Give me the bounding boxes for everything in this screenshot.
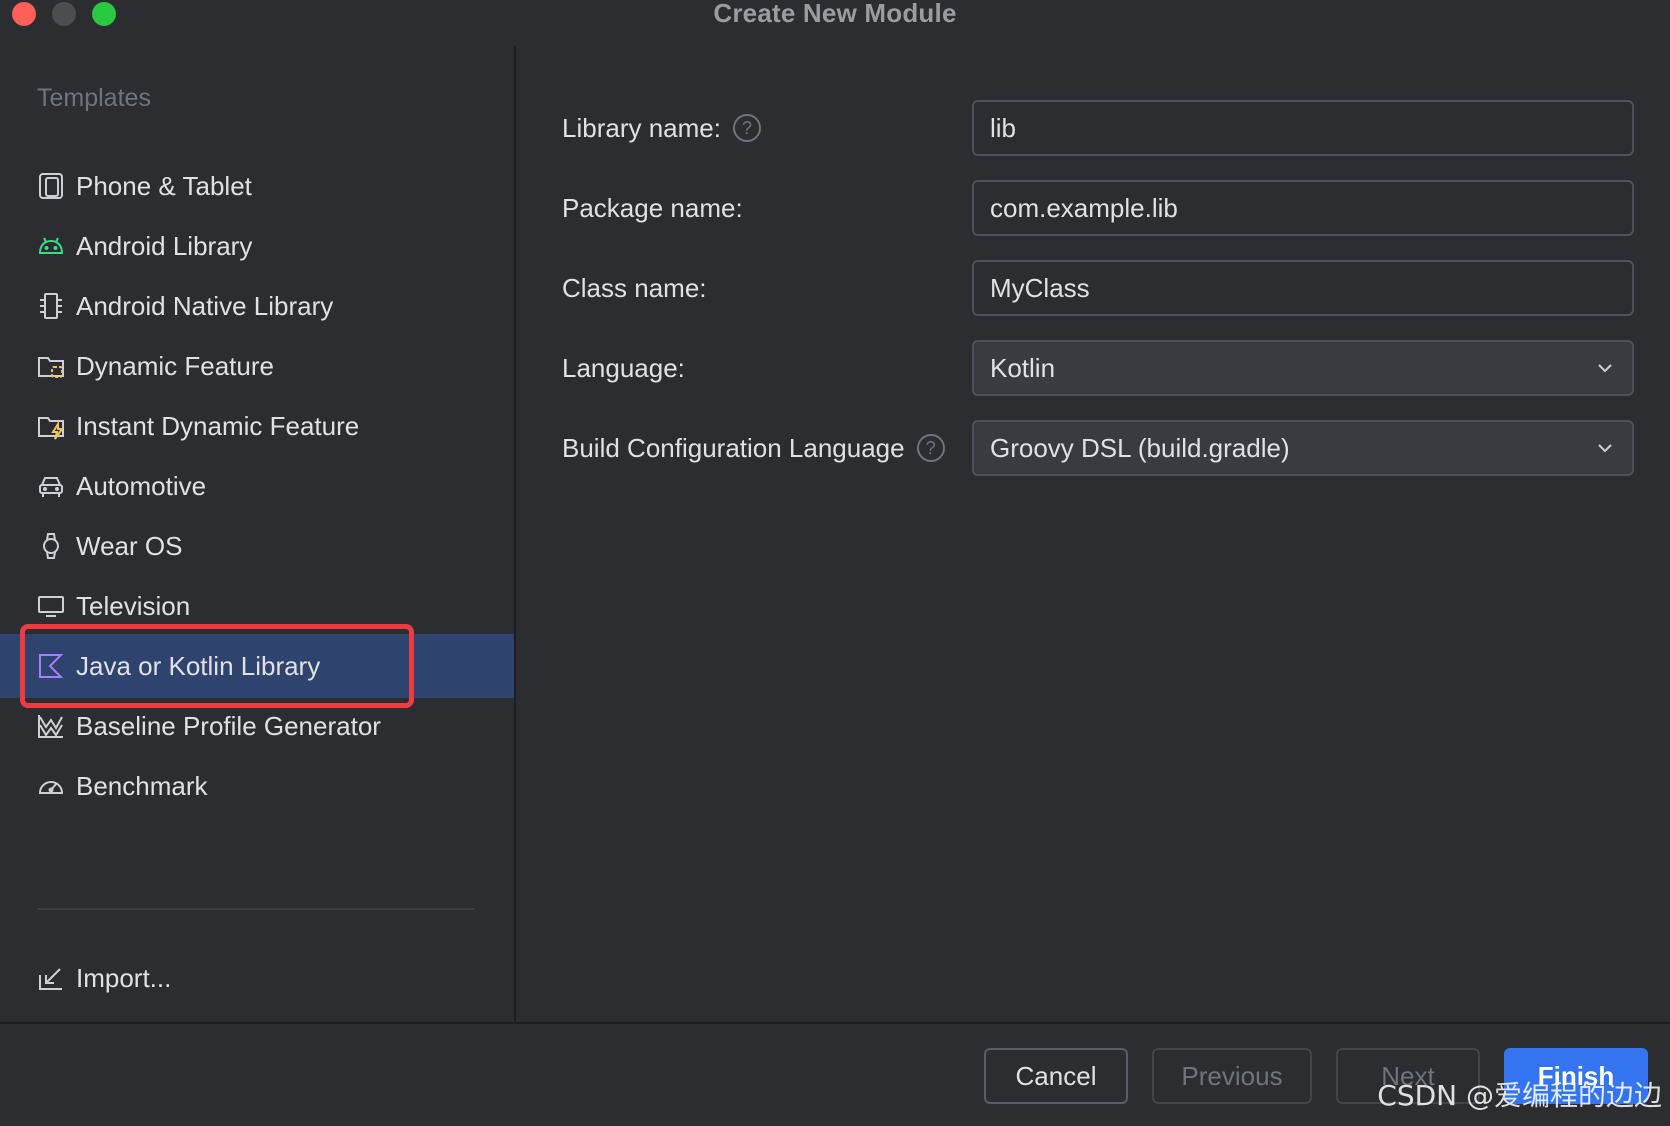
templates-sidebar: Templates Phone & Tablet Android Library… [0, 46, 516, 1022]
watermark-text: CSDN @爱编程的边边 [1377, 1079, 1662, 1112]
build-config-selected-value: Groovy DSL (build.gradle) [990, 432, 1290, 463]
sidebar-item-label: Android Native Library [76, 290, 334, 321]
sidebar-item-label: Dynamic Feature [76, 350, 274, 381]
language-select[interactable]: Kotlin [972, 340, 1634, 396]
phone-tablet-icon [36, 171, 66, 201]
package-name-input[interactable] [972, 180, 1634, 236]
sidebar-item-dynamic-feature[interactable]: Dynamic Feature [0, 334, 514, 398]
sidebar-item-wear-os[interactable]: Wear OS [0, 514, 514, 578]
sidebar-item-android-library[interactable]: Android Library [0, 214, 514, 278]
sidebar-item-label: Android Library [76, 230, 253, 261]
sidebar-item-label: Benchmark [76, 770, 208, 801]
library-name-input[interactable] [972, 100, 1634, 156]
sidebar-item-benchmark[interactable]: Benchmark [0, 754, 514, 818]
native-chip-icon [36, 291, 66, 321]
title-bar: Create New Module [0, 0, 1670, 46]
cancel-button[interactable]: Cancel [984, 1048, 1128, 1104]
dynamic-feature-folder-icon [36, 351, 66, 381]
language-row: Language: Kotlin [518, 340, 1670, 396]
sidebar-item-phone-tablet[interactable]: Phone & Tablet [0, 154, 514, 218]
sidebar-heading: Templates [37, 84, 151, 112]
help-icon[interactable]: ? [732, 114, 761, 142]
package-name-label: Package name: [562, 192, 743, 223]
import-label: Import... [76, 962, 172, 993]
car-icon [36, 471, 66, 501]
sidebar-item-television[interactable]: Television [0, 574, 514, 638]
chevron-down-icon [1594, 437, 1616, 459]
chevron-down-icon [1594, 357, 1616, 379]
library-name-label-text: Library name: [562, 112, 721, 143]
sidebar-item-label: Television [76, 590, 191, 621]
language-selected-value: Kotlin [990, 352, 1056, 383]
class-name-label: Class name: [562, 272, 707, 303]
sidebar-item-android-native-library[interactable]: Android Native Library [0, 274, 514, 338]
import-arrow-icon [36, 963, 66, 993]
previous-button[interactable]: Previous [1152, 1048, 1312, 1104]
import-button[interactable]: Import... [0, 946, 514, 1010]
create-module-dialog: Create New Module Templates Phone & Tabl… [0, 0, 1670, 1126]
sidebar-item-baseline-profile-generator[interactable]: Baseline Profile Generator [0, 694, 514, 758]
baseline-profile-icon [36, 711, 66, 741]
gauge-icon [36, 771, 66, 801]
build-config-label-text: Build Configuration Language [562, 432, 905, 463]
sidebar-item-label: Baseline Profile Generator [76, 710, 381, 741]
language-label: Language: [562, 352, 685, 383]
build-config-label: Build Configuration Language ? [562, 420, 945, 476]
library-name-row: Library name: ? [518, 100, 1670, 156]
sidebar-divider [37, 908, 475, 910]
class-name-input[interactable] [972, 260, 1634, 316]
android-icon [36, 231, 66, 261]
sidebar-item-label: Instant Dynamic Feature [76, 410, 360, 441]
package-name-row: Package name: [518, 180, 1670, 236]
sidebar-item-label: Wear OS [76, 530, 183, 561]
sidebar-item-instant-dynamic-feature[interactable]: Instant Dynamic Feature [0, 394, 514, 458]
build-config-select[interactable]: Groovy DSL (build.gradle) [972, 420, 1634, 476]
kotlin-icon [36, 651, 66, 681]
sidebar-item-label: Automotive [76, 470, 207, 501]
help-icon[interactable]: ? [916, 434, 945, 462]
class-name-row: Class name: [518, 260, 1670, 316]
window-title: Create New Module [713, 0, 957, 28]
watch-icon [36, 531, 66, 561]
sidebar-item-java-kotlin-library[interactable]: Java or Kotlin Library [0, 634, 514, 698]
dialog-footer: Cancel Previous Next Finish CSDN @爱编程的边边 [0, 1022, 1670, 1126]
sidebar-item-label: Java or Kotlin Library [76, 650, 321, 681]
instant-feature-folder-icon [36, 411, 66, 441]
module-form: Library name: ? Package name: Class name… [518, 46, 1670, 1022]
sidebar-item-label: Phone & Tablet [76, 170, 252, 201]
sidebar-item-automotive[interactable]: Automotive [0, 454, 514, 518]
tv-icon [36, 591, 66, 621]
build-config-row: Build Configuration Language ? Groovy DS… [518, 420, 1670, 476]
library-name-label: Library name: ? [562, 100, 761, 156]
